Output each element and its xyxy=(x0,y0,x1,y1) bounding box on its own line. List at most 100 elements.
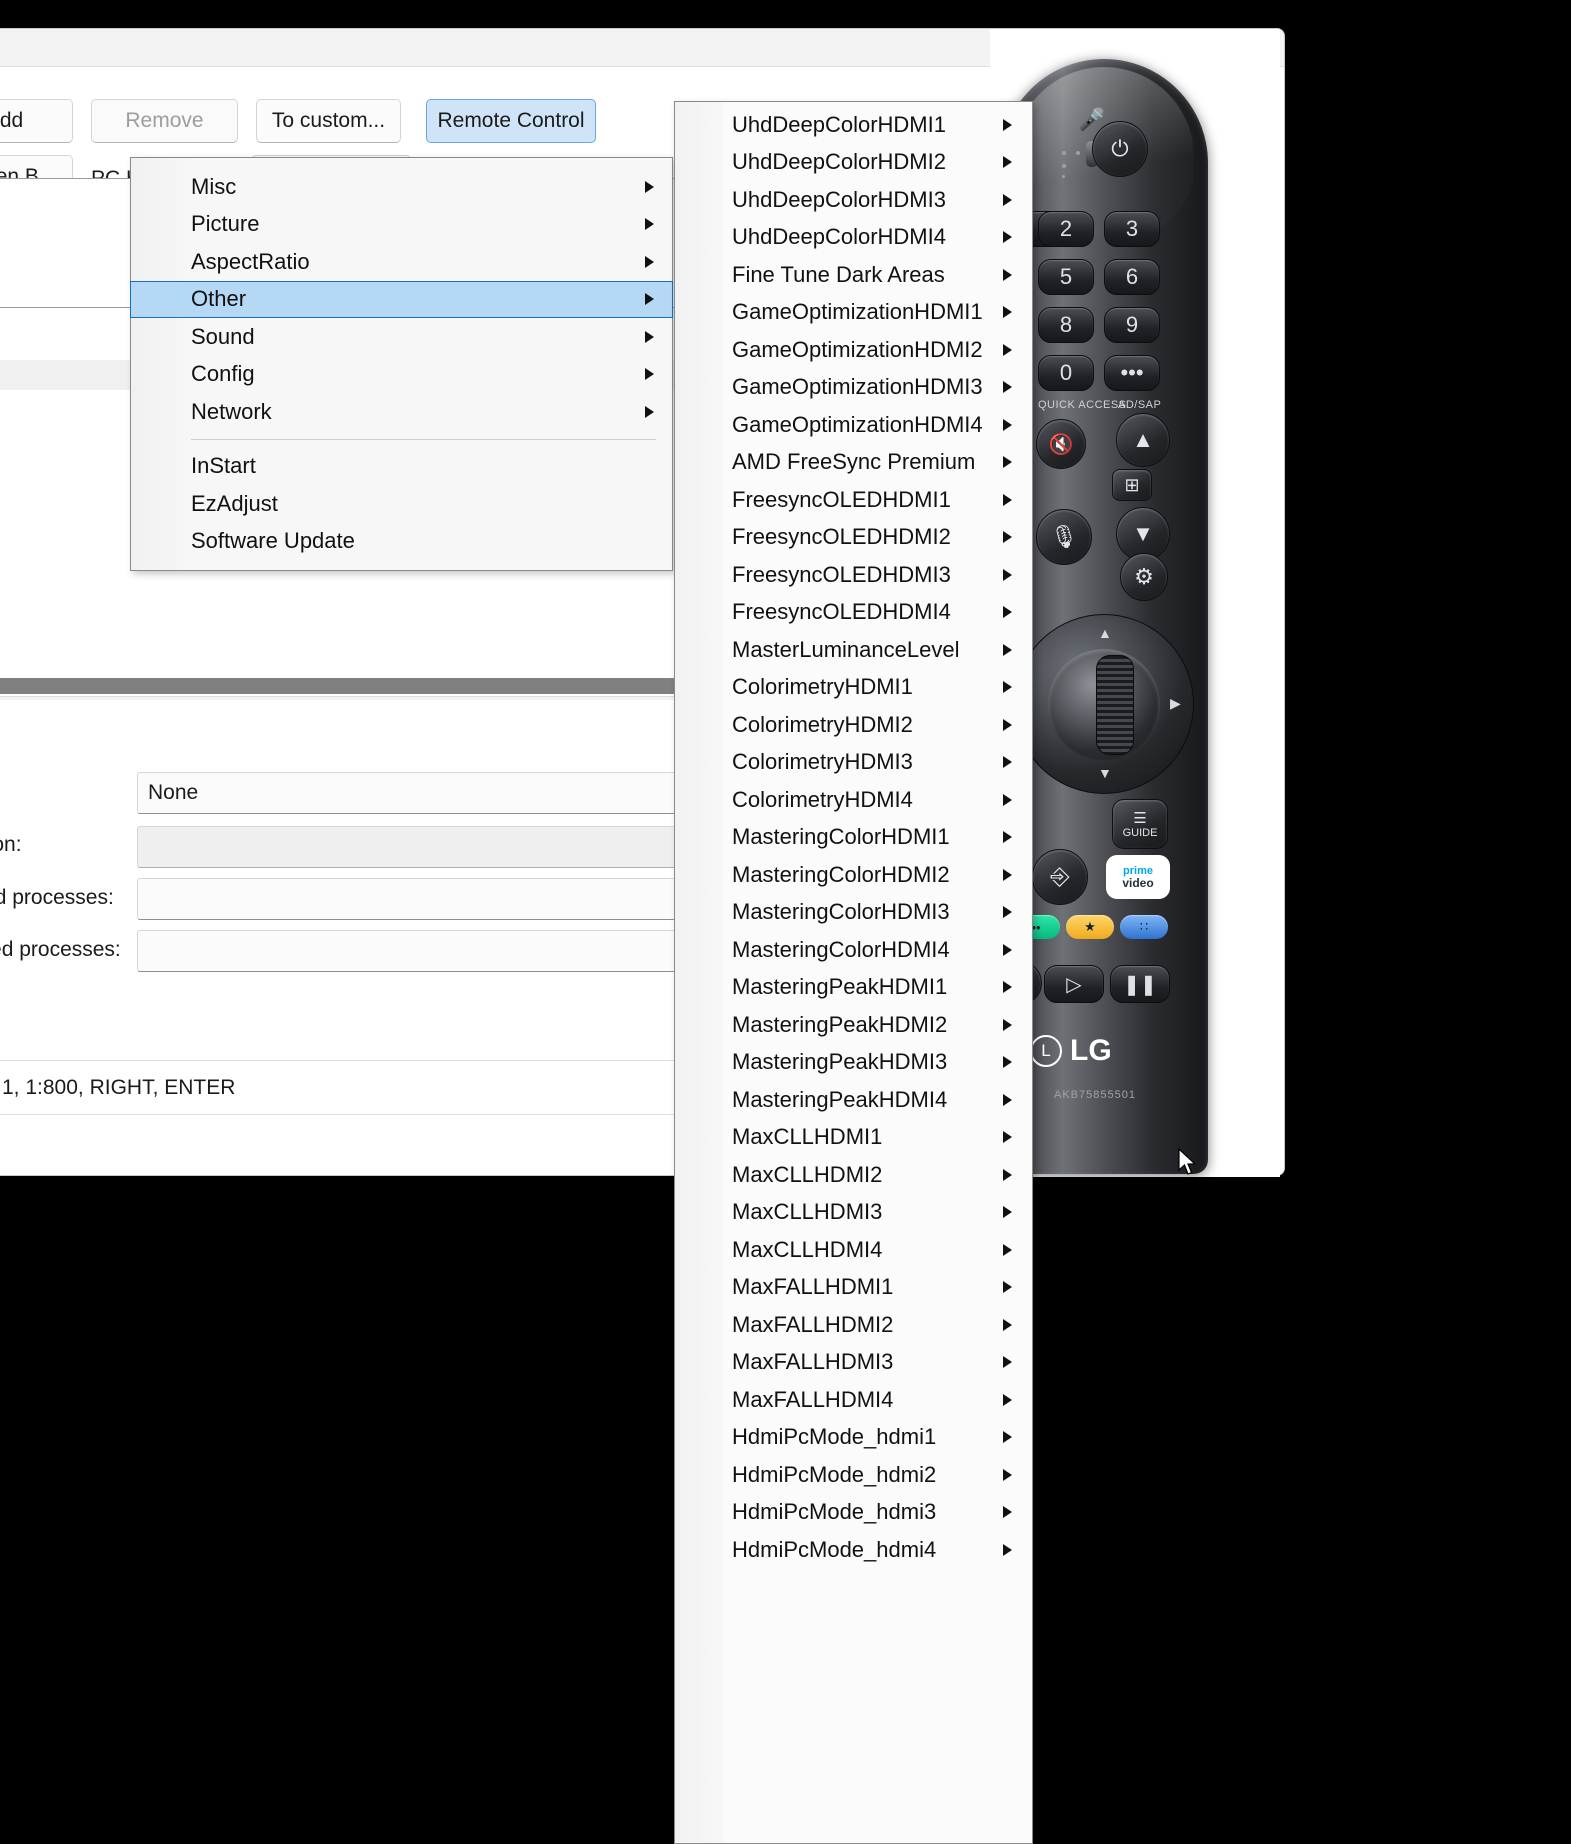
submenu-item-label: FreesyncOLEDHDMI4 xyxy=(732,599,951,625)
to-custom-button[interactable]: To custom... xyxy=(256,99,401,143)
submenu-item[interactable]: FreesyncOLEDHDMI3 xyxy=(675,556,1032,594)
submenu-item[interactable]: UhdDeepColorHDMI3 xyxy=(675,181,1032,219)
submenu-item[interactable]: MaxFALLHDMI1 xyxy=(675,1269,1032,1307)
submenu-item[interactable]: UhdDeepColorHDMI1 xyxy=(675,106,1032,144)
lg-brand-text: LG xyxy=(1070,1034,1112,1067)
submenu-item[interactable]: FreesyncOLEDHDMI4 xyxy=(675,594,1032,632)
more-options-key[interactable]: ••• xyxy=(1104,355,1160,391)
dpad-up-icon[interactable]: ▲ xyxy=(1098,625,1112,641)
submenu-item[interactable]: ColorimetryHDMI2 xyxy=(675,706,1032,744)
submenu-item[interactable]: MasteringPeakHDMI2 xyxy=(675,1006,1032,1044)
chevron-right-icon xyxy=(1003,1468,1012,1481)
context-menu-item-picture[interactable]: Picture xyxy=(131,206,672,244)
submenu-item-label: MaxFALLHDMI2 xyxy=(732,1311,894,1337)
submenu-item[interactable]: MaxCLLHDMI3 xyxy=(675,1194,1032,1232)
submenu-item[interactable]: HdmiPcMode_hdmi2 xyxy=(675,1456,1032,1494)
volume-up-button[interactable]: ▲ xyxy=(1116,413,1170,467)
submenu-item[interactable]: MasteringColorHDMI3 xyxy=(675,894,1032,932)
submenu-item[interactable]: GameOptimizationHDMI2 xyxy=(675,331,1032,369)
context-menu-item-label: Network xyxy=(191,398,272,424)
submenu-item[interactable]: MaxCLLHDMI4 xyxy=(675,1231,1032,1269)
prime-line2: video xyxy=(1122,875,1154,890)
included-processes-field[interactable] xyxy=(137,878,677,920)
pause-button[interactable]: ❚❚ xyxy=(1110,965,1170,1003)
context-menu-item-ezadjust[interactable]: EzAdjust xyxy=(131,485,672,523)
submenu-item[interactable]: MasteringColorHDMI4 xyxy=(675,931,1032,969)
context-menu-item-misc[interactable]: Misc xyxy=(131,168,672,206)
context-menu[interactable]: Misc Picture AspectRatio Other Sound Con… xyxy=(130,157,673,571)
submenu-item[interactable]: ColorimetryHDMI4 xyxy=(675,781,1032,819)
trigger-field[interactable]: None xyxy=(137,772,677,814)
prime-video-button[interactable]: prime video xyxy=(1106,855,1170,899)
submenu-item[interactable]: AMD FreeSync Premium xyxy=(675,444,1032,482)
condition-field[interactable] xyxy=(137,826,677,868)
submenu-item[interactable]: MaxCLLHDMI2 xyxy=(675,1156,1032,1194)
submenu-item-label: GameOptimizationHDMI3 xyxy=(732,374,983,400)
add-button[interactable]: Add xyxy=(0,99,73,143)
number-3-key[interactable]: 3 xyxy=(1104,211,1160,247)
submenu-item[interactable]: Fine Tune Dark Areas xyxy=(675,256,1032,294)
chevron-right-icon xyxy=(1003,606,1012,619)
submenu-other[interactable]: UhdDeepColorHDMI1 UhdDeepColorHDMI2 UhdDee… xyxy=(674,101,1033,1844)
context-menu-item-config[interactable]: Config xyxy=(131,356,672,394)
context-menu-item-aspectratio[interactable]: AspectRatio xyxy=(131,243,672,281)
voice-mic-button[interactable]: 🎙 xyxy=(1036,509,1092,565)
submenu-item[interactable]: MaxFALLHDMI3 xyxy=(675,1344,1032,1382)
excluded-processes-field[interactable] xyxy=(137,930,677,972)
submenu-item[interactable]: MasteringColorHDMI1 xyxy=(675,819,1032,857)
dpad-right-icon[interactable]: ▶ xyxy=(1170,695,1181,712)
horizontal-scrollbar[interactable] xyxy=(0,678,675,694)
submenu-item[interactable]: HdmiPcMode_hdmi4 xyxy=(675,1531,1032,1569)
play-button[interactable]: ▷ xyxy=(1044,965,1104,1003)
submenu-item[interactable]: MaxCLLHDMI1 xyxy=(675,1119,1032,1157)
chevron-right-icon xyxy=(1003,1431,1012,1444)
submenu-item[interactable]: GameOptimizationHDMI1 xyxy=(675,294,1032,332)
submenu-item[interactable]: GameOptimizationHDMI3 xyxy=(675,369,1032,407)
input-source-button[interactable]: ⎆ xyxy=(1032,849,1088,905)
submenu-item[interactable]: ColorimetryHDMI3 xyxy=(675,744,1032,782)
number-9-key[interactable]: 9 xyxy=(1104,307,1160,343)
submenu-item[interactable]: HdmiPcMode_hdmi1 xyxy=(675,1419,1032,1457)
number-2-key[interactable]: 2 xyxy=(1038,211,1094,247)
submenu-item[interactable]: MaxFALLHDMI2 xyxy=(675,1306,1032,1344)
submenu-item[interactable]: MaxFALLHDMI4 xyxy=(675,1381,1032,1419)
submenu-item[interactable]: HdmiPcMode_hdmi3 xyxy=(675,1494,1032,1532)
submenu-item[interactable]: FreesyncOLEDHDMI2 xyxy=(675,519,1032,557)
context-menu-item-other[interactable]: Other xyxy=(130,280,673,318)
channel-list-button[interactable]: ⊞ xyxy=(1112,469,1152,501)
submenu-item[interactable]: MasteringPeakHDMI1 xyxy=(675,969,1032,1007)
chevron-right-icon xyxy=(645,180,654,193)
scroll-wheel-icon[interactable] xyxy=(1096,655,1134,755)
submenu-item[interactable]: GameOptimizationHDMI4 xyxy=(675,406,1032,444)
context-menu-item-network[interactable]: Network xyxy=(131,393,672,431)
mute-button[interactable]: 🔇 xyxy=(1036,419,1086,469)
submenu-item[interactable]: MasteringPeakHDMI4 xyxy=(675,1081,1032,1119)
settings-gear-button[interactable]: ⚙ xyxy=(1120,553,1168,601)
remote-control-tab[interactable]: Remote Control xyxy=(426,99,596,143)
submenu-item[interactable]: MasteringColorHDMI2 xyxy=(675,856,1032,894)
power-button[interactable]: ⏻ xyxy=(1092,121,1148,177)
submenu-item[interactable]: MasterLuminanceLevel xyxy=(675,631,1032,669)
submenu-item[interactable]: FreesyncOLEDHDMI1 xyxy=(675,481,1032,519)
context-menu-item-instart[interactable]: InStart xyxy=(131,448,672,486)
number-0-key[interactable]: 0 xyxy=(1038,355,1094,391)
chevron-right-icon xyxy=(1003,868,1012,881)
submenu-item[interactable]: UhdDeepColorHDMI4 xyxy=(675,219,1032,257)
app-shortcut-yellow-button[interactable]: ★ xyxy=(1066,915,1114,939)
dpad-down-icon[interactable]: ▼ xyxy=(1098,765,1112,781)
chevron-right-icon xyxy=(1003,1018,1012,1031)
submenu-item-label: ColorimetryHDMI3 xyxy=(732,749,913,775)
number-8-key[interactable]: 8 xyxy=(1038,307,1094,343)
guide-button[interactable]: ☰ GUIDE xyxy=(1112,799,1168,849)
number-6-key[interactable]: 6 xyxy=(1104,259,1160,295)
submenu-item-label: GameOptimizationHDMI2 xyxy=(732,336,983,362)
submenu-item[interactable]: ColorimetryHDMI1 xyxy=(675,669,1032,707)
context-menu-item-software-update[interactable]: Software Update xyxy=(131,523,672,561)
context-menu-item-sound[interactable]: Sound xyxy=(131,318,672,356)
submenu-item[interactable]: UhdDeepColorHDMI2 xyxy=(675,144,1032,182)
number-5-key[interactable]: 5 xyxy=(1038,259,1094,295)
context-menu-item-label: InStart xyxy=(191,453,256,479)
remove-button[interactable]: Remove xyxy=(91,99,238,143)
app-shortcut-blue-button[interactable]: ∷ xyxy=(1120,915,1168,939)
submenu-item[interactable]: MasteringPeakHDMI3 xyxy=(675,1044,1032,1082)
